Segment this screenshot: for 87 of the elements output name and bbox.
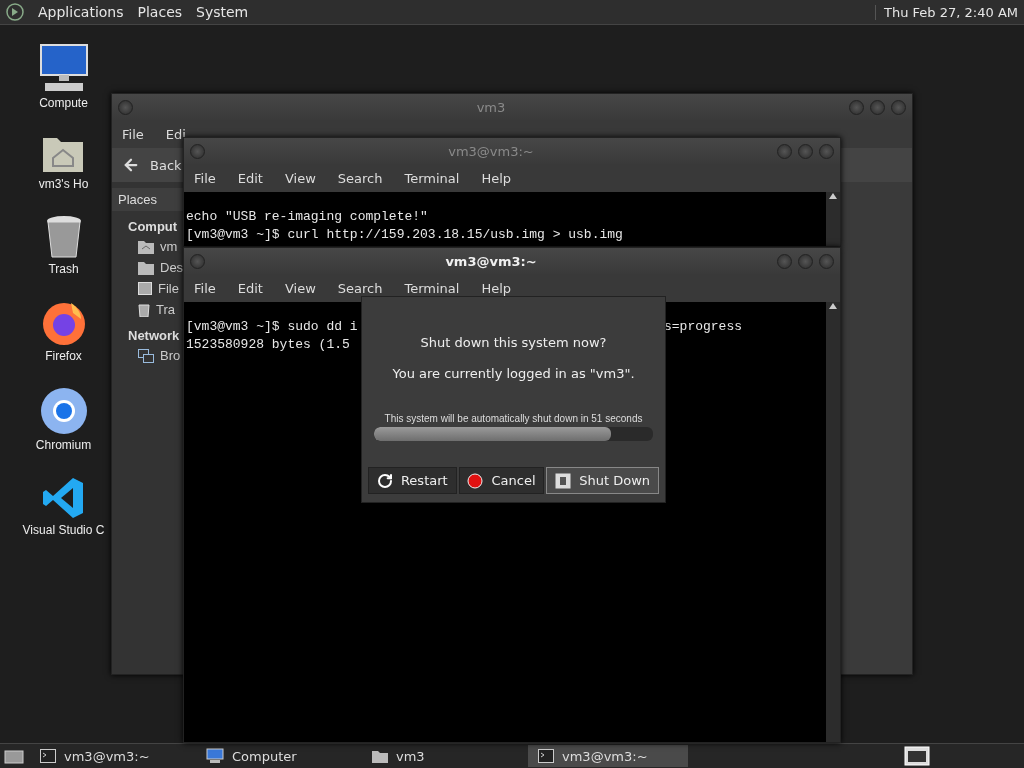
network-icon xyxy=(138,348,154,363)
dialog-message: You are currently logged in as "vm3". xyxy=(392,366,635,381)
menu-item[interactable]: File xyxy=(194,170,216,186)
desktop-icon-label[interactable]: Chromium xyxy=(35,438,92,452)
dialog-question: Shut down this system now? xyxy=(420,335,607,350)
sidebar-item[interactable]: Des xyxy=(160,260,184,275)
desktop-icon-label[interactable]: vm3's Ho xyxy=(38,177,89,191)
window-menu-button[interactable] xyxy=(118,99,133,115)
menu-item[interactable]: File xyxy=(194,280,216,296)
scrollbar[interactable] xyxy=(826,192,840,246)
taskbar-button[interactable]: Computer xyxy=(196,745,356,767)
restart-icon xyxy=(376,472,393,489)
panel-menu[interactable]: System xyxy=(196,4,249,20)
minimize-button[interactable] xyxy=(849,99,864,115)
stop-icon xyxy=(467,472,484,489)
scroll-up-arrow-icon[interactable] xyxy=(828,302,838,310)
taskbar-button[interactable]: vm3 xyxy=(362,745,522,767)
folder-icon xyxy=(138,260,154,275)
maximize-button[interactable] xyxy=(798,143,813,159)
sidebar-item[interactable]: File xyxy=(158,281,179,296)
sidebar-item[interactable]: Tra xyxy=(156,302,176,317)
sidebar-heading: Comput xyxy=(127,218,179,236)
countdown-text: This system will be automatically shut down in 51 seconds xyxy=(383,413,644,424)
terminal-line: [vm3@vm3 ~]$ sudo dd i xyxy=(186,318,358,336)
sidebar-item[interactable]: vm xyxy=(160,239,178,254)
menu-item[interactable]: Terminal xyxy=(404,170,460,186)
sidebar-item[interactable]: Bro xyxy=(160,348,181,363)
window-title: vm3 xyxy=(475,99,507,115)
close-button[interactable] xyxy=(891,99,906,115)
panel-menu[interactable]: Places xyxy=(137,4,183,20)
menu-item[interactable]: Edit xyxy=(237,170,263,186)
menu-item[interactable]: View xyxy=(284,280,316,296)
terminal-icon xyxy=(40,749,56,763)
show-desktop-icon[interactable] xyxy=(4,748,24,764)
dialog-button[interactable]: Cancel xyxy=(458,467,545,494)
back-button[interactable]: Back xyxy=(122,156,182,174)
code-editor-icon xyxy=(41,476,86,520)
firefox-icon xyxy=(40,300,87,346)
dialog-button[interactable]: Restart xyxy=(368,467,457,494)
trash-icon xyxy=(44,215,83,259)
workspace-switcher-icon[interactable] xyxy=(904,746,930,766)
terminal-line: 1523580928 bytes (1.5 xyxy=(186,336,350,354)
computer-icon xyxy=(38,43,89,93)
desktop-icon-label[interactable]: Visual Studio C xyxy=(22,523,105,537)
sidebar-heading: Network xyxy=(127,327,181,345)
window-title: vm3@vm3:~ xyxy=(444,253,538,269)
terminal-line: s=progress xyxy=(664,318,743,336)
drive-icon xyxy=(138,282,152,295)
maximize-button[interactable] xyxy=(798,253,813,269)
desktop-icon-label[interactable]: Trash xyxy=(48,262,79,276)
minimize-button[interactable] xyxy=(777,143,792,159)
trash-icon xyxy=(138,302,150,317)
menu-item[interactable]: Search xyxy=(337,280,383,296)
menu-item[interactable]: Help xyxy=(481,280,512,296)
terminal-icon xyxy=(538,749,554,763)
taskbar-button[interactable]: vm3@vm3:~ xyxy=(30,745,190,767)
menu-item[interactable]: View xyxy=(284,170,316,186)
clock[interactable]: Thu Feb 27, 2:40 AM xyxy=(875,4,1018,20)
computer-icon xyxy=(206,748,224,764)
window-title: vm3@vm3:~ xyxy=(447,143,535,159)
home-folder-icon xyxy=(138,239,154,254)
taskbar-button[interactable]: vm3@vm3:~ xyxy=(528,745,688,767)
back-icon xyxy=(122,156,140,174)
dialog-button[interactable]: Shut Down xyxy=(546,467,659,494)
menu-item[interactable]: Terminal xyxy=(404,280,460,296)
menu-item[interactable]: File xyxy=(122,126,144,142)
close-button[interactable] xyxy=(819,143,834,159)
close-button[interactable] xyxy=(819,253,834,269)
app-menu-icon[interactable] xyxy=(6,3,24,21)
terminal-line: echo "USB re-imaging complete!" xyxy=(186,208,428,226)
power-off-icon xyxy=(555,472,572,489)
menu-item[interactable]: Edit xyxy=(237,280,263,296)
maximize-button[interactable] xyxy=(870,99,885,115)
scrollbar[interactable] xyxy=(826,302,840,742)
minimize-button[interactable] xyxy=(777,253,792,269)
panel-menu[interactable]: Applications xyxy=(38,4,124,20)
folder-icon xyxy=(372,749,388,763)
menu-item[interactable]: Search xyxy=(337,170,383,186)
desktop-icon-label[interactable]: Compute xyxy=(39,96,88,110)
desktop-icon-label[interactable]: Firefox xyxy=(45,349,82,363)
window-menu-button[interactable] xyxy=(190,253,205,269)
menu-item[interactable]: Help xyxy=(481,170,512,186)
chromium-icon xyxy=(39,387,88,435)
terminal-line: [vm3@vm3 ~]$ curl http://159.203.18.15/usb.img > usb.img xyxy=(186,226,623,244)
sidebar-header[interactable]: Places xyxy=(112,188,184,211)
window-menu-button[interactable] xyxy=(190,143,205,159)
scroll-up-arrow-icon[interactable] xyxy=(828,192,838,200)
